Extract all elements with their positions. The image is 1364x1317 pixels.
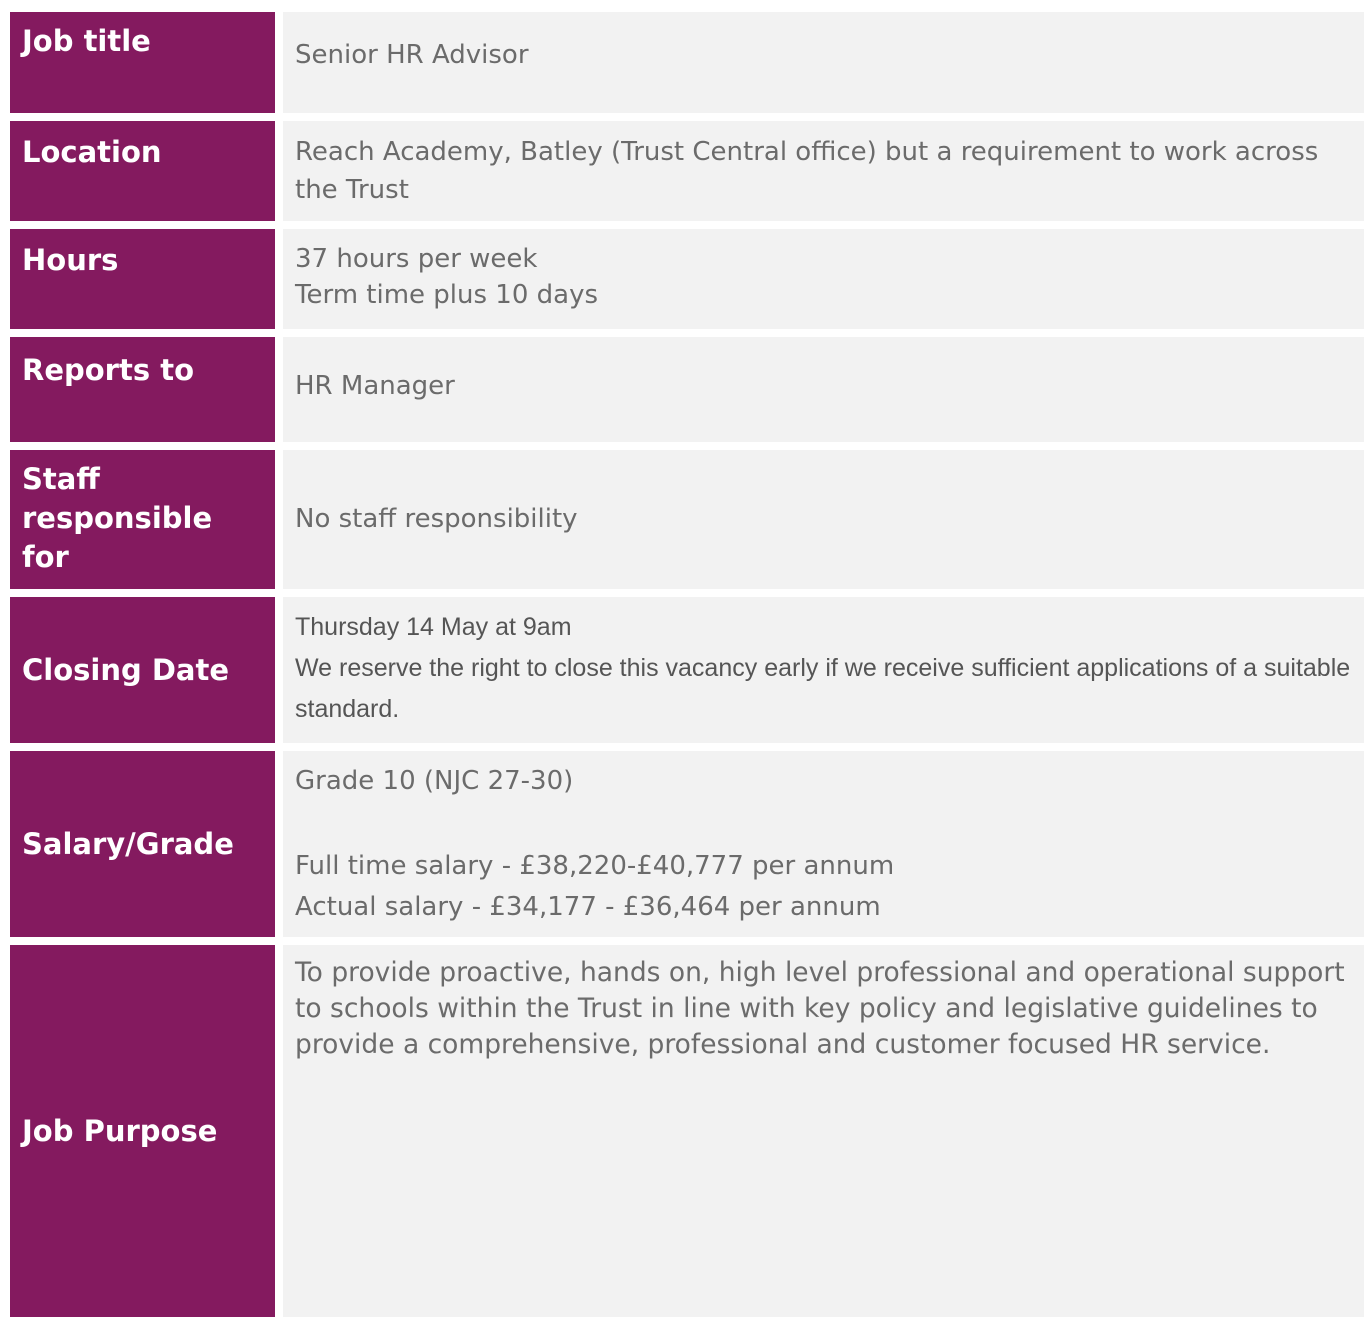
reports-to-value: HR Manager [283,337,1364,442]
location-value: Reach Academy, Batley (Trust Central off… [283,121,1364,221]
location-text: Reach Academy, Batley (Trust Central off… [295,137,1319,205]
reports-to-label: Reports to [10,337,275,442]
closing-date-value: Thursday 14 May at 9am We reserve the ri… [283,597,1364,743]
staff-responsible-label: Staff responsible for [10,450,275,589]
row-closing-date: Closing Date Thursday 14 May at 9am We r… [10,597,1364,743]
salary-grade-value: Grade 10 (NJC 27-30) Full time salary - … [283,751,1364,937]
closing-date-note: We reserve the right to close this vacan… [295,654,1351,723]
row-location: Location Reach Academy, Batley (Trust Ce… [10,121,1364,221]
closing-date-text: Thursday 14 May at 9am [295,613,572,641]
row-staff-responsible: Staff responsible for No staff responsib… [10,450,1364,589]
hours-label: Hours [10,229,275,329]
job-title-value: Senior HR Advisor [283,12,1364,113]
job-title-text: Senior HR Advisor [295,40,529,70]
row-reports-to: Reports to HR Manager [10,337,1364,442]
staff-responsible-text: No staff responsibility [295,504,578,534]
job-purpose-label: Job Purpose [10,945,275,1317]
row-job-purpose: Job Purpose To provide proactive, hands … [10,945,1364,1317]
staff-responsible-value: No staff responsibility [283,450,1364,589]
salary-grade-label: Salary/Grade [10,751,275,937]
grade-text: Grade 10 (NJC 27-30) [295,766,574,796]
hours-value: 37 hours per week Term time plus 10 days [283,229,1364,329]
location-label: Location [10,121,275,221]
row-hours: Hours 37 hours per week Term time plus 1… [10,229,1364,329]
hours-per-week: 37 hours per week [295,244,538,274]
job-title-label: Job title [10,12,275,113]
reports-to-text: HR Manager [295,371,455,401]
job-purpose-value: To provide proactive, hands on, high lev… [283,945,1364,1317]
row-job-title: Job title Senior HR Advisor [10,12,1364,113]
actual-salary: Actual salary - £34,177 - £36,464 per an… [295,892,881,922]
job-details-table: Job title Senior HR Advisor Location Rea… [10,12,1364,1317]
full-time-salary: Full time salary - £38,220-£40,777 per a… [295,851,895,881]
closing-date-label: Closing Date [10,597,275,743]
hours-term-time: Term time plus 10 days [295,280,599,310]
job-purpose-text: To provide proactive, hands on, high lev… [295,957,1345,1060]
row-salary-grade: Salary/Grade Grade 10 (NJC 27-30) Full t… [10,751,1364,937]
